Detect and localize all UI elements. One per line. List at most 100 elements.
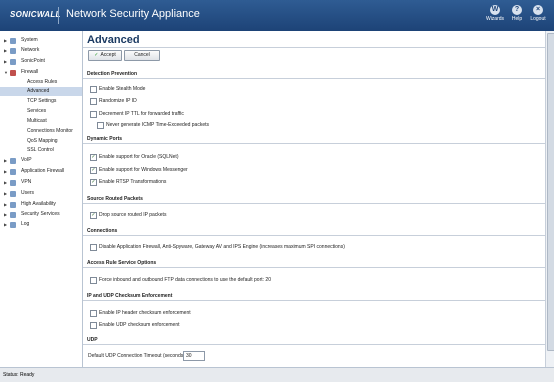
section-title-detection-prevention: Detection Prevention [87, 71, 138, 77]
expand-arrow-icon[interactable]: ▶ [4, 36, 7, 45]
udp-timeout-label: Default UDP Connection Timeout (seconds)… [88, 353, 187, 359]
section-divider [83, 78, 545, 79]
sidebar-item-label: SonicPoint [21, 58, 45, 64]
sonicpoint-icon [10, 59, 16, 65]
expand-arrow-icon[interactable]: ▶ [4, 167, 7, 176]
sidebar-item-label: Users [21, 190, 35, 196]
never-generate-icmp-checkbox[interactable] [97, 122, 104, 129]
sidebar-item-label: Log [21, 221, 30, 227]
security-services-icon [10, 212, 16, 218]
sidebar-item-users[interactable]: ▶ Users [0, 189, 82, 198]
expand-arrow-icon[interactable]: ▶ [4, 46, 7, 55]
status-bar: Status: Ready [0, 367, 554, 382]
sidebar-item-vpn[interactable]: ▶ VPN [0, 178, 82, 187]
sidebar-item-label: Firewall [21, 69, 39, 75]
main-content: Advanced ✓ Accept Cancel Detection Preven… [83, 31, 545, 367]
sidebar-item-high-availability[interactable]: ▶ High Availability [0, 200, 82, 209]
sidebar-item-network[interactable]: ▶ Network [0, 46, 82, 55]
option-label: Randomize IP ID [99, 98, 137, 104]
udp-timeout-input[interactable]: 30 [183, 351, 205, 361]
wizards-label: Wizards [485, 16, 505, 22]
accept-check-icon: ✓ [94, 52, 99, 58]
section-divider [83, 143, 545, 144]
disable-app-firewall-checkbox[interactable] [90, 244, 97, 251]
ip-header-checksum-checkbox[interactable] [90, 310, 97, 317]
stealth-mode-checkbox[interactable] [90, 86, 97, 93]
option-label: Force inbound and outbound FTP data conn… [99, 277, 271, 283]
voip-icon [10, 158, 16, 164]
sidebar-subitem-advanced[interactable]: Advanced [0, 87, 82, 96]
sidebar-subitem-qos-mapping[interactable]: QoS Mapping [0, 137, 82, 146]
section-divider [83, 203, 545, 204]
title-divider [83, 47, 545, 48]
log-icon [10, 222, 16, 228]
randomize-ip-id-checkbox[interactable] [90, 98, 97, 105]
sidebar-item-application-firewall[interactable]: ▶ Application Firewall [0, 167, 82, 176]
users-icon [10, 191, 16, 197]
content-scrollbar[interactable] [545, 31, 554, 367]
app-title: Network Security Appliance [66, 8, 200, 20]
cancel-label: Cancel [134, 52, 150, 58]
sidebar-item-system[interactable]: ▶ System [0, 36, 82, 45]
option-label: Enable support for Oracle (SQLNet) [99, 154, 179, 160]
logout-button[interactable]: × Logout [527, 5, 549, 22]
sidebar-subitem-label: Access Rules [27, 79, 58, 85]
sidebar-subitem-ssl-control[interactable]: SSL Control [0, 146, 82, 155]
sidebar-item-log[interactable]: ▶ Log [0, 220, 82, 229]
udp-checksum-checkbox[interactable] [90, 322, 97, 329]
oracle-sqlnet-checkbox[interactable]: ✓ [90, 154, 97, 161]
logout-label: Logout [530, 16, 546, 22]
rtsp-transformations-checkbox[interactable]: ✓ [90, 179, 97, 186]
sonicwall-logo: SONICWALL [10, 10, 61, 19]
option-label: Never generate ICMP Time-Exceeded packet… [106, 122, 210, 128]
option-label: Enable support for Windows Messenger [99, 167, 188, 173]
sidebar-subitem-label: Connections Monitor [27, 128, 73, 134]
sidebar-item-sonicpoint[interactable]: ▶ SonicPoint [0, 57, 82, 66]
status-text: Status: Ready [3, 372, 35, 378]
expand-arrow-icon[interactable]: ▶ [4, 57, 7, 66]
header-divider [58, 7, 59, 24]
section-title-connections: Connections [87, 228, 118, 234]
sidebar-subitem-access-rules[interactable]: Access Rules [0, 78, 82, 87]
logout-icon: × [533, 5, 543, 15]
accept-button[interactable]: ✓ Accept [88, 50, 122, 61]
sidebar-subitem-services[interactable]: Services [0, 107, 82, 116]
section-divider [83, 344, 545, 345]
cancel-button[interactable]: Cancel [124, 50, 160, 61]
expand-arrow-icon[interactable]: ▶ [4, 200, 7, 209]
scrollbar-thumb[interactable] [547, 33, 554, 351]
network-icon [10, 48, 16, 54]
expand-arrow-icon[interactable]: ▶ [4, 156, 7, 165]
sidebar-subitem-multicast[interactable]: Multicast [0, 117, 82, 126]
firewall-icon [10, 70, 16, 76]
sidebar-item-security-services[interactable]: ▶ Security Services [0, 210, 82, 219]
option-label: Drop source routed IP packets [99, 212, 167, 218]
option-label: Enable IP header checksum enforcement [99, 310, 191, 316]
application-firewall-icon [10, 169, 16, 175]
collapse-arrow-icon[interactable]: ▼ [4, 68, 8, 77]
expand-arrow-icon[interactable]: ▶ [4, 178, 7, 187]
decrement-ttl-checkbox[interactable] [90, 111, 97, 118]
expand-arrow-icon[interactable]: ▶ [4, 210, 7, 219]
sidebar-item-label: Application Firewall [21, 168, 65, 174]
sidebar-item-label: Network [21, 47, 40, 53]
section-title-access-rule-service-options: Access Rule Service Options [87, 260, 157, 266]
sidebar-subitem-label: QoS Mapping [27, 138, 58, 144]
drop-source-routed-checkbox[interactable]: ✓ [90, 212, 97, 219]
sidebar-item-firewall[interactable]: ▼ Firewall [0, 68, 82, 77]
sidebar-subitem-label: Advanced [27, 88, 50, 94]
windows-messenger-checkbox[interactable]: ✓ [90, 167, 97, 174]
page-title: Advanced [87, 34, 140, 46]
expand-arrow-icon[interactable]: ▶ [4, 189, 7, 198]
sidebar-item-label: System [21, 37, 38, 43]
sidebar-item-voip[interactable]: ▶ VoIP [0, 156, 82, 165]
option-label: Enable RTSP Transformations [99, 179, 167, 185]
force-ftp-default-port-checkbox[interactable] [90, 277, 97, 284]
sidebar-subitem-connections-monitor[interactable]: Connections Monitor [0, 127, 82, 136]
expand-arrow-icon[interactable]: ▶ [4, 220, 7, 229]
wizards-button[interactable]: W Wizards [484, 5, 506, 22]
sidebar-subitem-tcp-settings[interactable]: TCP Settings [0, 97, 82, 106]
help-icon: ? [512, 5, 522, 15]
option-label: Decrement IP TTL for forwarded traffic [99, 111, 184, 117]
help-button[interactable]: ? Help [506, 5, 528, 22]
